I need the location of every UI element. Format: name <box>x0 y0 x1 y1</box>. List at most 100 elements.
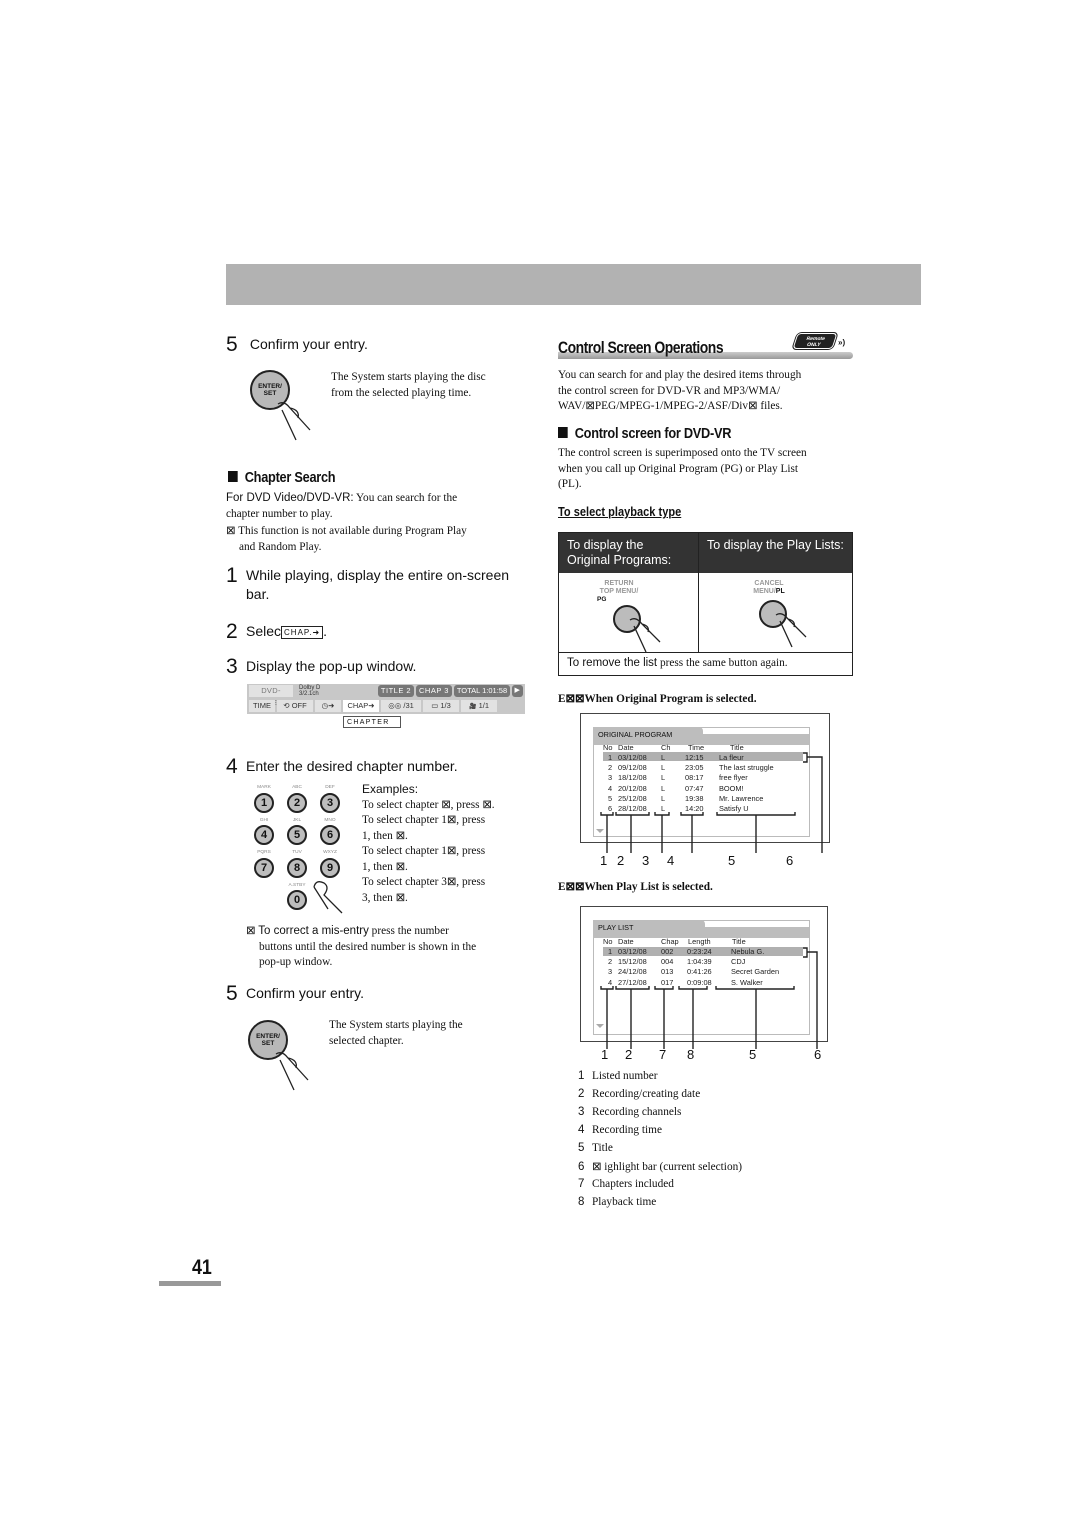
example1-caption: E⊠⊠When Original Program is selected. <box>558 693 757 705</box>
control-screen-operations-title: Control Screen Operations <box>558 338 724 357</box>
key-1[interactable]: 1 <box>254 793 274 813</box>
footer-serif: press the same button again. <box>657 657 788 669</box>
col-header: No <box>603 937 613 946</box>
square-bullet-icon <box>228 471 238 482</box>
table-divider <box>559 652 852 653</box>
osd-row-bottom: TIME ⟲ OFF ◷➜ CHAP➜ ◎◎ /31 ▭ 1/3 🎥 1/1 <box>247 700 525 714</box>
example-line: To select chapter 1⊠, press <box>362 814 486 826</box>
disc-type: DVD-VIDEO <box>249 685 293 707</box>
key-2[interactable]: 2 <box>287 793 307 813</box>
page-number-rule <box>159 1281 221 1286</box>
chapter-search-heading: Chapter Search <box>228 470 336 486</box>
subtitle-icon: ▭ <box>431 701 439 710</box>
legend-text: ⊠ ighlight bar (current selection) <box>592 1161 742 1173</box>
angle-button[interactable]: 🎥 1/1 <box>461 700 497 712</box>
control-screen-dvdvr-heading: Control screen for DVD-VR <box>558 426 731 442</box>
top-menu-pg-label: RETURN TOP MENU/ <box>599 580 639 596</box>
osd-row-top: DVD-VIDEO Dolby D 3/2.1ch TITLE 2 CHAP 3… <box>247 684 525 707</box>
pl-label: PL <box>775 588 785 595</box>
time-button[interactable]: TIME <box>249 700 275 712</box>
table-cell: 1 <box>608 947 613 956</box>
step-text: Confirm your entry. <box>249 336 368 352</box>
example-line: To select chapter 1⊠, press <box>362 845 486 857</box>
legend-number: 2 <box>578 1088 585 1100</box>
badge-line2: ONLY <box>806 342 822 348</box>
repeat-icon: ⟲ <box>283 701 290 710</box>
col-header: Time <box>688 743 705 752</box>
col-header: Ch <box>661 743 671 752</box>
audio-count: /31 <box>403 701 414 710</box>
time-search-button[interactable]: ◷➜ <box>315 700 341 712</box>
step-5-bottom-description: The System starts playing the selected c… <box>329 1018 463 1049</box>
table-cell: 03/12/08 <box>618 753 647 762</box>
col-header: Title <box>730 743 744 752</box>
legend-number: 5 <box>578 1142 585 1154</box>
legend-text: Recording time <box>592 1124 662 1136</box>
note-sans: To correct a mis-entry <box>258 925 369 937</box>
button-label-line1: ENTER/ <box>256 1033 280 1040</box>
btn-label-line2: TOP MENU/ <box>599 588 639 595</box>
key-9[interactable]: 9 <box>320 858 340 878</box>
key-0[interactable]: 0 <box>287 890 307 910</box>
table-cell: BOOM! <box>719 783 744 793</box>
btn-label-line1: CANCEL <box>754 580 784 587</box>
audio-line2: 3/2.1ch <box>299 691 319 697</box>
button-label-line2: SET <box>261 1040 275 1047</box>
step-text: Enter the desired chapter number. <box>246 758 458 774</box>
step-number: 5 <box>226 982 238 1005</box>
table-cell: L <box>661 804 666 813</box>
examples-heading: Examples: <box>362 782 419 796</box>
step-text: Display the pop-up window. <box>246 658 417 674</box>
key-3[interactable]: 3 <box>320 793 340 813</box>
note-bullet-icon: ⊠ <box>246 925 256 937</box>
chapter-examples: Examples: To select chapter ⊠, press ⊠. … <box>362 782 495 906</box>
table-cell: CDJ <box>731 957 746 967</box>
legend-item: 2 Recording/creating date <box>578 1088 700 1100</box>
remove-list-note: To remove the list press the same button… <box>567 657 788 669</box>
table-cell: L <box>661 753 666 762</box>
table-cell: 03/12/08 <box>618 947 647 956</box>
subtitle-button[interactable]: ▭ 1/3 <box>423 700 459 712</box>
legend-item: 4 Recording time <box>578 1124 662 1136</box>
step-4: 4 Enter the desired chapter number. <box>226 755 458 779</box>
legend-item: 5 Title <box>578 1142 613 1154</box>
step-text-line2: bar. <box>246 586 270 602</box>
key-7[interactable]: 7 <box>254 858 274 878</box>
key-letters: A.STBY <box>288 883 306 888</box>
key-8[interactable]: 8 <box>287 858 307 878</box>
table-cell: 2 <box>608 763 613 773</box>
table-cell: 23:05 <box>685 763 704 773</box>
legend-number: 1 <box>578 1070 585 1082</box>
table-cell: Secret Garden <box>731 967 780 977</box>
legend-number: 8 <box>578 1196 585 1208</box>
note-line3: pop-up window. <box>259 956 333 968</box>
repeat-button[interactable]: ⟲ OFF <box>277 700 313 712</box>
legend-text: Recording/creating date <box>592 1088 701 1100</box>
key-6[interactable]: 6 <box>320 825 340 845</box>
col-header: Title <box>732 937 746 946</box>
desc-line: selected chapter. <box>329 1034 404 1047</box>
example-line: To select chapter 3⊠, press <box>362 876 486 888</box>
table-cell: 4 <box>608 977 613 987</box>
key-4[interactable]: 4 <box>254 825 274 845</box>
key-5[interactable]: 5 <box>287 825 307 845</box>
top-menu-pg-button-icon <box>613 605 641 633</box>
table-cell: 4 <box>608 783 613 793</box>
example-line: 1, then ⊠. <box>362 860 408 873</box>
playback-type-table: To display the Original Programs: To dis… <box>558 532 853 676</box>
key-letters: TUV <box>292 850 302 855</box>
desc-line: The System starts playing the <box>329 1019 463 1031</box>
legend-number: 6 <box>578 1161 585 1173</box>
key-letters: DEF <box>325 785 335 790</box>
step-number: 4 <box>226 755 238 778</box>
original-programs-header: To display the Original Programs: <box>559 533 698 573</box>
callout-number: 6 <box>814 1047 822 1062</box>
finger-icon <box>277 402 311 441</box>
chapter-indicator: CHAP 3 <box>416 685 452 697</box>
key-letters: MARK <box>257 785 271 790</box>
audio-format: Dolby D 3/2.1ch <box>299 685 329 697</box>
audio-button[interactable]: ◎◎ /31 <box>381 700 421 712</box>
intro-line: the control screen for DVD-VR and MP3/WM… <box>558 384 781 397</box>
col-header: Date <box>618 937 634 946</box>
chapter-search-button[interactable]: CHAP➜ <box>343 700 379 712</box>
